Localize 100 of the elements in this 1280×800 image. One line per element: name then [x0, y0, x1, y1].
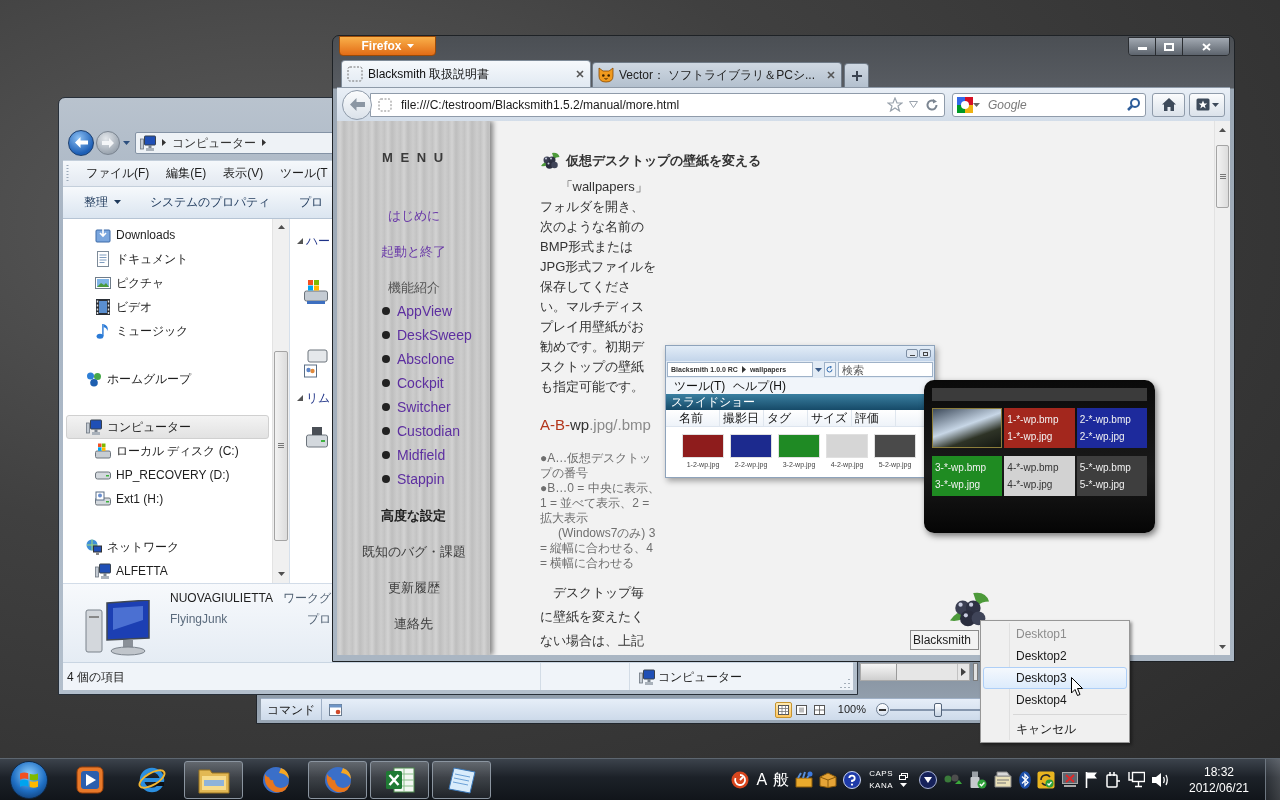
- menu-link[interactable]: 既知のバグ・課題: [361, 544, 466, 560]
- swirl-icon[interactable]: [730, 770, 749, 789]
- nav-item[interactable]: ネットワーク: [66, 534, 269, 559]
- menu-item[interactable]: Desktop3: [983, 667, 1127, 689]
- menu-link[interactable]: Switcher: [397, 399, 451, 415]
- minimize-button[interactable]: [1129, 38, 1156, 55]
- new-tab-button[interactable]: [844, 63, 869, 87]
- bluetooth-icon[interactable]: [1019, 770, 1031, 789]
- close-icon[interactable]: [827, 71, 835, 79]
- speaker-icon[interactable]: [1151, 771, 1169, 788]
- browser-tab[interactable]: Vector： ソフトライブラリ＆PCシ...: [592, 62, 842, 87]
- scrollbar-thumb[interactable]: [861, 664, 897, 680]
- flag-icon[interactable]: [1085, 771, 1099, 788]
- show-desktop-button[interactable]: [1265, 759, 1280, 800]
- star-icon[interactable]: [887, 97, 903, 112]
- printer-icon[interactable]: [993, 771, 1013, 788]
- toolbox-icon[interactable]: [795, 771, 814, 788]
- back-button[interactable]: [68, 129, 94, 156]
- search-icon[interactable]: [1127, 98, 1140, 111]
- dropdown-icon[interactable]: [909, 101, 918, 108]
- close-icon[interactable]: [576, 70, 584, 78]
- menu-item[interactable]: 編集(E): [158, 162, 215, 185]
- breadcrumb[interactable]: コンピューター: [172, 133, 256, 152]
- help-icon[interactable]: [843, 770, 862, 789]
- browser-tab[interactable]: Blacksmith 取扱説明書: [341, 60, 591, 87]
- ime-dictionary-button[interactable]: 般: [773, 770, 790, 789]
- column-header[interactable]: 名前: [676, 410, 720, 426]
- clock-date[interactable]: 2012/06/21: [1188, 779, 1250, 796]
- menu-link[interactable]: Custodian: [397, 423, 461, 439]
- menu-link[interactable]: 起動と終了: [381, 244, 446, 260]
- column-header[interactable]: サイズ: [808, 410, 852, 426]
- nav-item[interactable]: ビデオ: [66, 294, 269, 319]
- start-button[interactable]: [9, 760, 48, 799]
- menu-item[interactable]: 表示(V): [215, 162, 272, 185]
- usb-check-icon[interactable]: [969, 770, 987, 789]
- nav-item[interactable]: ALFETTA: [66, 558, 269, 583]
- horizontal-scrollbar[interactable]: [860, 663, 970, 681]
- scrollbar-thumb[interactable]: [274, 350, 288, 541]
- menu-item[interactable]: ファイル(F): [78, 162, 158, 185]
- menu-link[interactable]: 高度な設定: [381, 508, 446, 524]
- menu-link[interactable]: 連絡先: [394, 616, 433, 632]
- power-plug-icon[interactable]: [1105, 770, 1121, 789]
- bookmarks-button[interactable]: [1189, 92, 1225, 117]
- search-field[interactable]: 検索: [838, 362, 933, 377]
- ime-mode-button[interactable]: A: [756, 770, 768, 789]
- menu-item[interactable]: ヘルプ(H): [733, 378, 786, 394]
- menu-item[interactable]: ツール(T: [272, 162, 336, 185]
- menu-item[interactable]: キャンセル: [983, 718, 1127, 740]
- vertical-scrollbar[interactable]: [1214, 121, 1230, 655]
- taskbar-button[interactable]: [370, 760, 429, 799]
- box-icon[interactable]: [819, 771, 838, 788]
- sync-check-icon[interactable]: [1037, 770, 1055, 789]
- clock-time[interactable]: 18:32: [1204, 763, 1234, 780]
- people-icon[interactable]: [943, 772, 963, 787]
- search-field[interactable]: Google: [952, 92, 1146, 117]
- nav-item[interactable]: ドキュメント: [66, 246, 269, 271]
- menu-link[interactable]: AppView: [397, 303, 452, 319]
- menu-link[interactable]: Stappin: [397, 471, 445, 487]
- column-header[interactable]: 撮影日: [720, 410, 764, 426]
- menu-link[interactable]: Cockpit: [397, 375, 444, 391]
- nav-item[interactable]: コンピューター: [66, 414, 269, 439]
- zoom-slider-thumb[interactable]: [934, 702, 942, 717]
- network-error-icon[interactable]: [1061, 770, 1079, 789]
- maximize-button[interactable]: [919, 349, 931, 358]
- view-button[interactable]: [774, 701, 792, 718]
- column-header[interactable]: タグ: [764, 410, 808, 426]
- menu-item[interactable]: ツール(T): [674, 378, 726, 394]
- taskbar-button[interactable]: [432, 760, 491, 799]
- nav-item[interactable]: Downloads: [66, 222, 269, 247]
- nav-item[interactable]: ミュージック: [66, 318, 269, 343]
- menu-item[interactable]: Desktop2: [983, 645, 1127, 667]
- refresh-button[interactable]: [823, 362, 836, 377]
- minimize-button[interactable]: [906, 349, 918, 358]
- close-button[interactable]: [1183, 38, 1229, 55]
- network-icon[interactable]: [1127, 771, 1145, 788]
- scrollbar-thumb[interactable]: [1216, 145, 1229, 208]
- menu-link[interactable]: 更新履歴: [387, 580, 440, 596]
- command-button[interactable]: プロ: [291, 190, 331, 215]
- home-button[interactable]: [1152, 92, 1185, 117]
- zoom-out-button[interactable]: [876, 703, 889, 716]
- nav-item[interactable]: ローカル ディスク (C:): [66, 438, 269, 463]
- vertical-scrollbar[interactable]: [272, 218, 289, 583]
- reload-icon[interactable]: [926, 98, 938, 111]
- menu-link[interactable]: Absclone: [397, 351, 455, 367]
- nav-item[interactable]: HP_RECOVERY (D:): [66, 462, 269, 487]
- nav-item[interactable]: ピクチャ: [66, 270, 269, 295]
- menu-link[interactable]: DeskSweep: [397, 327, 472, 343]
- taskbar-button[interactable]: [184, 760, 243, 799]
- command-button[interactable]: システムのプロパティ: [142, 190, 278, 215]
- column-header[interactable]: 評価: [852, 410, 896, 426]
- down-circle-icon[interactable]: [919, 770, 937, 789]
- maximize-button[interactable]: [1156, 38, 1183, 55]
- split-handle[interactable]: [973, 663, 978, 681]
- command-button[interactable]: 整理: [76, 190, 129, 215]
- nav-item[interactable]: Ext1 (H:): [66, 486, 269, 511]
- menu-link[interactable]: はじめに: [387, 208, 440, 224]
- menu-link[interactable]: Midfield: [397, 447, 446, 463]
- nav-item[interactable]: ホームグループ: [66, 366, 269, 391]
- menu-item[interactable]: Desktop4: [983, 689, 1127, 711]
- url-bar[interactable]: file:///C:/testroom/Blacksmith1.5.2/manual/more.html: [370, 92, 945, 117]
